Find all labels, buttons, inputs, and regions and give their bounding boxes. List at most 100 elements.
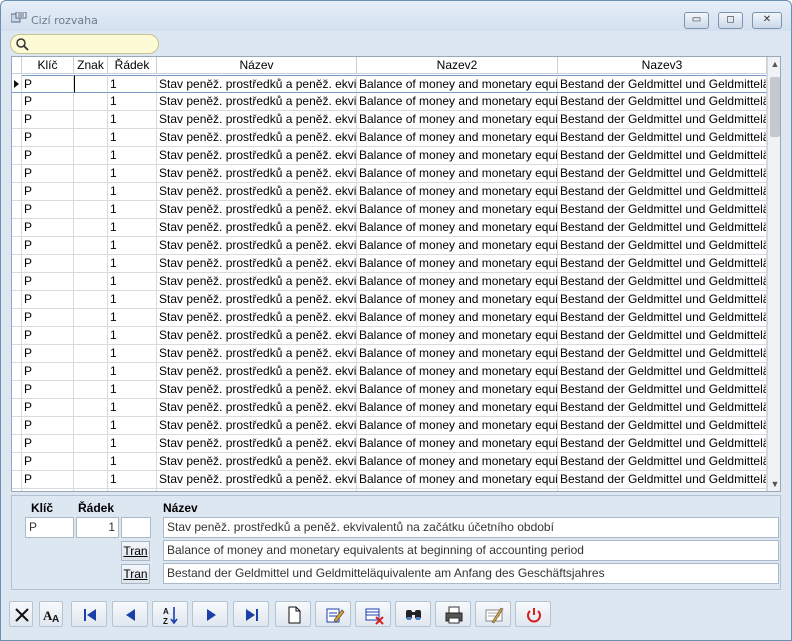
row-indicator[interactable] xyxy=(12,165,22,183)
cell-name3[interactable]: Bestand der Geldmittel und Geldmitteläqu… xyxy=(558,273,767,291)
cell-name2[interactable]: Balance of money and monetary equivalent… xyxy=(357,255,558,273)
cell-row[interactable]: 1 xyxy=(108,255,157,273)
cell-name2[interactable]: Balance of money and monetary equivalent… xyxy=(357,363,558,381)
cell-row[interactable]: 1 xyxy=(108,327,157,345)
cell-name3[interactable]: Bestand der Geldmittel und Geldmitteläqu… xyxy=(558,399,767,417)
cell-name3[interactable]: Bestand der Geldmittel und Geldmitteläqu… xyxy=(558,93,767,111)
cell-name[interactable]: Stav peněž. prostředků a peněž. ekvivale… xyxy=(157,183,357,201)
cell-row[interactable]: 1 xyxy=(108,489,157,491)
cell-name[interactable]: Stav peněž. prostředků a peněž. ekvivale… xyxy=(157,201,357,219)
cell-sign[interactable] xyxy=(74,471,108,489)
scroll-up-icon[interactable]: ▲ xyxy=(768,57,780,71)
row-indicator[interactable] xyxy=(12,435,22,453)
table-row[interactable]: P 1Stav peněž. prostředků a peněž. ekviva… xyxy=(12,327,767,345)
cell-key[interactable]: P xyxy=(22,399,74,417)
cell-sign[interactable] xyxy=(74,345,108,363)
settings-button[interactable] xyxy=(475,601,511,627)
cell-name2[interactable]: Balance of money and monetary equivalent… xyxy=(357,147,558,165)
cell-row[interactable]: 1 xyxy=(108,219,157,237)
row-indicator[interactable] xyxy=(12,399,22,417)
cell-row[interactable]: 1 xyxy=(108,237,157,255)
cell-key[interactable]: P xyxy=(22,147,74,165)
cell-name[interactable]: Stav peněž. prostředků a peněž. ekvivale… xyxy=(157,219,357,237)
cell-key[interactable]: P xyxy=(22,93,74,111)
cell-name2[interactable]: Balance of money and monetary equivalent… xyxy=(357,399,558,417)
last-record-button[interactable] xyxy=(233,601,269,627)
column-header-name2[interactable]: Nazev2 xyxy=(357,57,558,74)
cell-sign[interactable] xyxy=(74,399,108,417)
row-indicator[interactable] xyxy=(12,129,22,147)
table-row[interactable]: P 1Stav peněž. prostředků a peněž. ekviva… xyxy=(12,237,767,255)
find-button[interactable] xyxy=(395,601,431,627)
cell-name[interactable]: Stav peněž. prostředků a peněž. ekvivale… xyxy=(157,75,357,93)
row-indicator[interactable] xyxy=(12,381,22,399)
cell-name2[interactable]: Balance of money and monetary equivalent… xyxy=(357,309,558,327)
cell-name[interactable]: Stav peněž. prostředků a peněž. ekvivale… xyxy=(157,381,357,399)
cell-sign[interactable] xyxy=(74,381,108,399)
row-indicator[interactable] xyxy=(12,417,22,435)
cell-name2[interactable]: Balance of money and monetary equivalent… xyxy=(357,165,558,183)
cell-row[interactable]: 1 xyxy=(108,273,157,291)
cell-name[interactable]: Stav peněž. prostředků a peněž. ekvivale… xyxy=(157,273,357,291)
scroll-thumb[interactable] xyxy=(770,77,780,137)
cell-name[interactable]: Stav peněž. prostředků a peněž. ekvivale… xyxy=(157,165,357,183)
cell-name2[interactable]: Balance of money and monetary equivalent… xyxy=(357,471,558,489)
row-indicator[interactable] xyxy=(12,489,22,491)
cell-name2[interactable]: Balance of money and monetary equivalent… xyxy=(357,129,558,147)
cell-row[interactable]: 1 xyxy=(108,453,157,471)
cell-sign[interactable] xyxy=(74,327,108,345)
table-row[interactable]: P 1Stav peněž. prostředků a peněž. ekviva… xyxy=(12,219,767,237)
table-row[interactable]: P 1Stav peněž. prostředků a peněž. ekviva… xyxy=(12,453,767,471)
table-row[interactable]: P 1Stav peněž. prostředků a peněž. ekviva… xyxy=(12,129,767,147)
cell-sign[interactable] xyxy=(74,165,108,183)
row-indicator[interactable] xyxy=(12,453,22,471)
cell-name3[interactable]: Bestand der Geldmittel und Geldmitteläqu… xyxy=(558,183,767,201)
row-indicator[interactable] xyxy=(12,93,22,111)
row-indicator[interactable] xyxy=(12,255,22,273)
cell-key[interactable]: P xyxy=(22,417,74,435)
cell-name[interactable]: Stav peněž. prostředků a peněž. ekvivale… xyxy=(157,111,357,129)
cell-name[interactable]: Stav peněž. prostředků a peněž. ekvivale… xyxy=(157,129,357,147)
cell-key[interactable]: P xyxy=(22,435,74,453)
table-row[interactable]: P 1Stav peněž. prostředků a peněž. ekviva… xyxy=(12,111,767,129)
cell-key[interactable]: P xyxy=(22,255,74,273)
cell-name2[interactable]: Balance of money and monetary equivalent… xyxy=(357,381,558,399)
cell-key[interactable]: P xyxy=(22,75,74,93)
table-row[interactable]: P 1Stav peněž. prostředků a peněž. ekviva… xyxy=(12,201,767,219)
table-row[interactable]: P 1Stav peněž. prostředků a peněž. ekviva… xyxy=(12,345,767,363)
cell-name[interactable]: Stav peněž. prostředků a peněž. ekvivale… xyxy=(157,255,357,273)
cell-sign[interactable] xyxy=(74,417,108,435)
cell-sign[interactable] xyxy=(74,489,108,491)
detail-name-cz-field[interactable]: Stav peněž. prostředků a peněž. ekvivale… xyxy=(163,517,779,538)
table-row[interactable]: P 1Stav peněž. prostředků a peněž. ekviva… xyxy=(12,489,767,491)
cell-name[interactable]: Stav peněž. prostředků a peněž. ekvivale… xyxy=(157,237,357,255)
table-row[interactable]: P 1Stav peněž. prostředků a peněž. ekviva… xyxy=(12,471,767,489)
row-indicator[interactable] xyxy=(12,183,22,201)
cell-row[interactable]: 1 xyxy=(108,399,157,417)
column-header-name3[interactable]: Nazev3 xyxy=(558,57,767,74)
table-row[interactable]: P 1Stav peněž. prostředků a peněž. ekviva… xyxy=(12,273,767,291)
cell-key[interactable]: P xyxy=(22,309,74,327)
cell-name3[interactable]: Bestand der Geldmittel und Geldmitteläqu… xyxy=(558,75,767,93)
column-header-row[interactable]: Řádek xyxy=(108,57,157,74)
row-indicator[interactable] xyxy=(12,291,22,309)
cell-key[interactable]: P xyxy=(22,489,74,491)
cell-name[interactable]: Stav peněž. prostředků a peněž. ekvivale… xyxy=(157,417,357,435)
cell-row[interactable]: 1 xyxy=(108,471,157,489)
cell-name3[interactable]: Bestand der Geldmittel und Geldmitteläqu… xyxy=(558,435,767,453)
translate-en-button[interactable]: Tran xyxy=(121,541,150,561)
sort-button[interactable]: AZ xyxy=(152,601,188,627)
cell-row[interactable]: 1 xyxy=(108,363,157,381)
cell-name[interactable]: Stav peněž. prostředků a peněž. ekvivale… xyxy=(157,489,357,491)
cell-row[interactable]: 1 xyxy=(108,93,157,111)
cell-name2[interactable]: Balance of money and monetary equivalent… xyxy=(357,183,558,201)
table-row[interactable]: P 1Stav peněž. prostředků a peněž. ekviva… xyxy=(12,417,767,435)
table-row[interactable]: P 1Stav peněž. prostředků a peněž. ekviva… xyxy=(12,183,767,201)
cell-name2[interactable]: Balance of money and monetary equivalent… xyxy=(357,417,558,435)
cell-name2[interactable]: Balance of money and monetary equivalent… xyxy=(357,111,558,129)
cell-sign[interactable] xyxy=(74,453,108,471)
current-row-indicator-icon[interactable] xyxy=(12,75,22,93)
cell-name3[interactable]: Bestand der Geldmittel und Geldmitteläqu… xyxy=(558,255,767,273)
cell-row[interactable]: 1 xyxy=(108,147,157,165)
table-row[interactable]: P 1Stav peněž. prostředků a peněž. ekviva… xyxy=(12,381,767,399)
